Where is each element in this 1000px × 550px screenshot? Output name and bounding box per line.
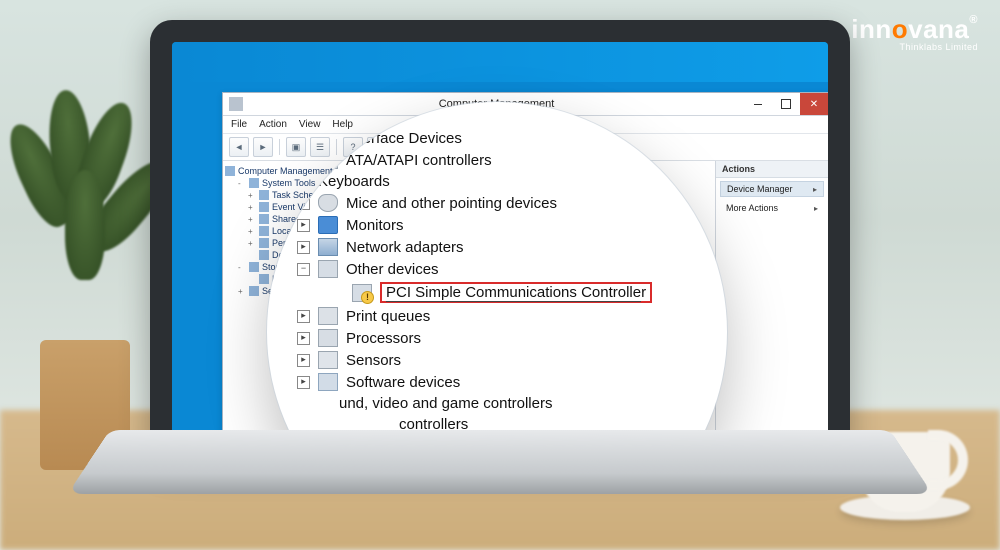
category-label: Network adapters	[346, 239, 464, 256]
actions-header: Actions	[716, 161, 828, 178]
category-label: Mice and other pointing devices	[346, 195, 557, 212]
device-category[interactable]: ▸ Processors	[297, 327, 707, 349]
print-icon	[318, 307, 338, 325]
mon-icon	[318, 216, 338, 234]
actions-pane: Actions Device Manager More Actions	[716, 161, 828, 438]
category-label: Processors	[346, 330, 421, 347]
category-label: ATA/ATAPI controllers	[346, 152, 492, 169]
category-label: Interface Devices	[346, 130, 462, 147]
toolbar-back-icon[interactable]: ◄	[229, 137, 249, 157]
device-pci-simple-comm[interactable]: PCI Simple Communications Controller	[331, 280, 707, 305]
category-label: Keyboards	[318, 173, 390, 190]
ata-icon	[318, 151, 338, 169]
device-category[interactable]: ▸ Interface Devices	[297, 127, 707, 149]
device-category[interactable]: ▸ ATA/ATAPI controllers	[297, 149, 707, 171]
device-category[interactable]: ▸ Keyboards	[297, 171, 707, 192]
category-label: Software devices	[346, 374, 460, 391]
desktop-background	[172, 42, 828, 82]
device-category[interactable]: ▸ Software devices	[297, 371, 707, 393]
collapse-icon[interactable]: −	[297, 263, 310, 276]
brand-logo: innovana® Thinklabs Limited	[851, 14, 978, 52]
device-category[interactable]: ▸ Mice and other pointing devices	[297, 192, 707, 214]
category-label: Other devices	[346, 261, 439, 278]
device-category[interactable]: ▸ Sensors	[297, 349, 707, 371]
expand-icon[interactable]: ▸	[297, 219, 310, 232]
other-icon	[318, 260, 338, 278]
net-icon	[318, 238, 338, 256]
device-category[interactable]: und, video and game controllers	[297, 393, 707, 414]
close-button[interactable]	[800, 93, 828, 115]
cpu-icon	[318, 329, 338, 347]
laptop: Computer Management File Action View Hel…	[150, 20, 850, 520]
device-category[interactable]: ▸ Monitors	[297, 214, 707, 236]
menu-action[interactable]: Action	[259, 119, 287, 130]
expand-icon[interactable]: ▸	[297, 354, 310, 367]
expand-icon[interactable]: ▸	[297, 154, 310, 167]
minimize-button[interactable]	[744, 93, 772, 115]
toolbar-forward-icon[interactable]: ►	[253, 137, 273, 157]
sens-icon	[318, 351, 338, 369]
expand-icon[interactable]: ▸	[297, 197, 310, 210]
expand-icon[interactable]: ▸	[297, 175, 310, 188]
category-label: Monitors	[346, 217, 404, 234]
expand-icon[interactable]: ▸	[297, 310, 310, 323]
expand-icon[interactable]: ▸	[297, 241, 310, 254]
actions-more[interactable]: More Actions	[716, 200, 828, 216]
laptop-keyboard	[67, 430, 932, 494]
maximize-button[interactable]	[772, 93, 800, 115]
category-label: Sensors	[346, 352, 401, 369]
warn-icon	[352, 284, 372, 302]
category-label: Print queues	[346, 308, 430, 325]
menu-file[interactable]: File	[231, 119, 247, 130]
soft-icon	[318, 373, 338, 391]
mouse-icon	[318, 194, 338, 212]
plant-decor	[10, 90, 160, 470]
magnifier-lens: ▸ Interface Devices ▸ ATA/ATAPI controllers…	[267, 102, 727, 438]
expand-icon[interactable]: ▸	[297, 332, 310, 345]
category-label: PCI Simple Communications Controller	[380, 282, 652, 303]
window-icon	[229, 97, 243, 111]
device-category[interactable]: − Other devices	[297, 258, 707, 280]
expand-icon[interactable]: ▸	[297, 132, 310, 145]
actions-selection[interactable]: Device Manager	[720, 181, 824, 197]
device-category[interactable]: ▸ Network adapters	[297, 236, 707, 258]
device-category[interactable]: ▸ Print queues	[297, 305, 707, 327]
hid-icon	[318, 129, 338, 147]
category-label: und, video and game controllers	[339, 395, 552, 412]
expand-icon[interactable]: ▸	[297, 376, 310, 389]
